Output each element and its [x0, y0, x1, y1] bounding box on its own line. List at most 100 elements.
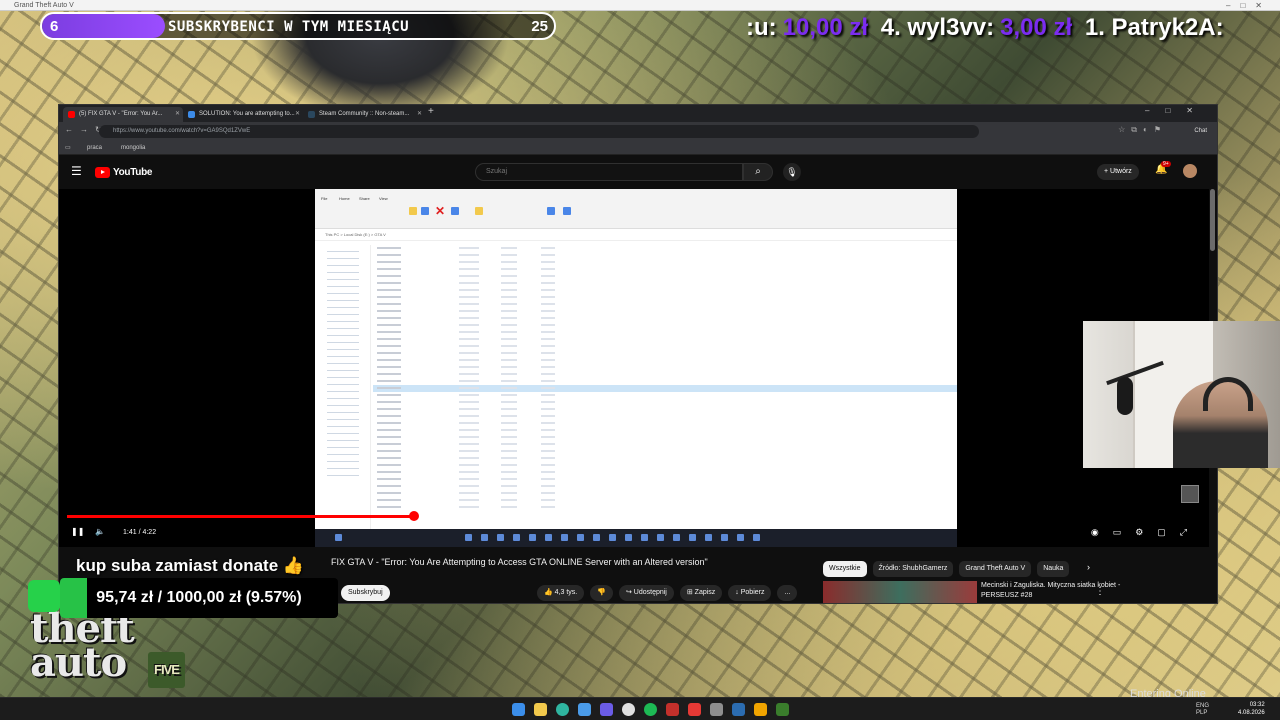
more-actions-button[interactable]: ... [777, 585, 798, 601]
subscriber-goal-label: SUBSKRYBENCI W TYM MIESIĄCU [168, 19, 410, 35]
browser-tab[interactable]: SOLUTION: You are attempting to... ✕ [183, 107, 303, 122]
app-icon[interactable] [754, 703, 767, 716]
page-favicon-icon [188, 111, 195, 118]
file-row [373, 399, 957, 406]
file-row [373, 357, 957, 364]
language-indicator[interactable]: ENG PLP [1196, 703, 1209, 717]
select-icon [563, 207, 571, 215]
folder-icon [409, 207, 417, 215]
donation-progress-bar: 95,74 zł / 1000,00 zł (9.57%) [60, 578, 338, 618]
edge-icon[interactable] [556, 703, 569, 716]
menu-icon[interactable]: ☰ [71, 164, 82, 178]
video-progress-bar[interactable] [67, 511, 957, 521]
more-vert-icon[interactable]: ⋮ [1095, 586, 1105, 597]
browser-window-controls[interactable]: –□✕ [1145, 106, 1209, 115]
pause-icon[interactable]: ❚❚ [71, 527, 84, 536]
steam-favicon-icon [308, 111, 315, 118]
steam-icon[interactable] [732, 703, 745, 716]
gta-taskbar-icon[interactable] [776, 703, 789, 716]
file-row [373, 266, 957, 273]
file-row [373, 301, 957, 308]
file-row [373, 252, 957, 259]
share-button[interactable]: ↪ Udostępnij [618, 585, 674, 601]
avatar[interactable] [1183, 164, 1197, 178]
clock[interactable]: 03:32 4.08.2026 [1238, 701, 1265, 717]
app-icon[interactable] [710, 703, 723, 716]
file-explorer-icon[interactable] [534, 703, 547, 716]
browser-tab[interactable]: (5) FIX GTA V - "Error: You Ar... ✕ [63, 107, 183, 122]
close-icon[interactable]: ✕ [417, 107, 422, 122]
search-button[interactable]: ⌕ [743, 163, 773, 181]
chevron-right-icon[interactable]: › [1087, 562, 1090, 572]
close-icon[interactable]: ✕ [295, 107, 300, 122]
file-row [373, 308, 957, 315]
discord-icon[interactable] [600, 703, 613, 716]
new-tab-button[interactable]: + [428, 106, 434, 117]
window-controls[interactable]: –□✕ [1226, 0, 1272, 11]
share-label: Udostępnij [633, 589, 667, 596]
file-row [373, 476, 957, 483]
ribbon-tab: File [321, 196, 328, 201]
app-icon[interactable] [578, 703, 591, 716]
file-row [373, 504, 957, 511]
shield-icon[interactable] [666, 703, 679, 716]
bookmark-folder[interactable]: praca [87, 143, 102, 153]
gta-logo: theft auto FIVE [30, 609, 210, 692]
url-field[interactable]: https://www.youtube.com/watch?v=GA9SQd1Z… [99, 125, 979, 138]
chip-science[interactable]: Nauka [1037, 561, 1070, 577]
chat-button[interactable]: Chat [1194, 125, 1207, 138]
recommended-video[interactable]: Mecinski i Zaguliska. Mityczna siatka ko… [823, 581, 1163, 603]
youtube-music-icon[interactable] [688, 703, 701, 716]
browser-tab[interactable]: Steam Community :: Non-steam... ✕ [303, 107, 425, 122]
page-scrollbar[interactable] [1210, 189, 1215, 251]
dislike-icon: 👎 [597, 589, 606, 596]
channel-watermark[interactable] [1181, 485, 1199, 503]
file-row [373, 322, 957, 329]
search-input[interactable]: Szukaj [475, 163, 743, 181]
file-row [373, 287, 957, 294]
video-actions: 👍 4,3 tys. 👎 ↪ Udostępnij ⊞ Zapisz ↓ Pob… [537, 585, 798, 601]
extension-icons[interactable]: ☆⧉◐⚑ [1118, 125, 1167, 135]
file-row [373, 413, 957, 420]
spotify-icon[interactable] [644, 703, 657, 716]
explorer-path: This PC > Local Disk (E:) > GTA V [315, 229, 957, 241]
start-icon[interactable] [512, 703, 525, 716]
download-button[interactable]: ↓ Pobierz [728, 585, 772, 601]
microphone-icon[interactable]: 🎙 [783, 163, 801, 181]
file-row [373, 448, 957, 455]
video-player[interactable]: File Home Share View ✕ This PC > Local D… [59, 189, 1209, 547]
create-button[interactable]: + Utwórz [1097, 164, 1139, 180]
subscriber-current: 6 [50, 18, 59, 35]
youtube-logo[interactable]: YouTube [95, 166, 153, 178]
video-frame[interactable]: File Home Share View ✕ This PC > Local D… [315, 189, 957, 547]
file-row [373, 315, 957, 322]
video-time: 1:41 / 4:22 [123, 529, 157, 536]
new-folder-icon [475, 207, 483, 215]
recommended-thumbnail[interactable] [823, 581, 977, 603]
donation-icon [28, 580, 60, 612]
video-title: FIX GTA V - "Error: You Are Attempting t… [331, 557, 708, 567]
ticker-name: 4. wyl3vv: [880, 14, 995, 41]
obs-icon[interactable] [622, 703, 635, 716]
video-progress-played [67, 515, 415, 518]
like-button[interactable]: 👍 4,3 tys. [537, 585, 585, 601]
chip-all[interactable]: Wszystkie [823, 561, 867, 577]
subscriber-goal-bar: 6 SUBSKRYBENCI W TYM MIESIĄCU 25 [40, 12, 556, 40]
ribbon-tab: View [379, 196, 388, 201]
file-row [373, 343, 957, 350]
volume-icon[interactable]: 🔈 [95, 527, 105, 536]
player-right-controls[interactable]: ◉▭⚙▢⤢ [1091, 527, 1201, 538]
chip-source[interactable]: Źródło: ShubhGamerz [872, 561, 954, 577]
file-row [373, 490, 957, 497]
dislike-button[interactable]: 👎 [590, 585, 613, 601]
notifications-bell-icon[interactable]: 🔔 9+ [1155, 161, 1171, 175]
file-row [373, 371, 957, 378]
apps-icon[interactable]: ▭ [65, 143, 71, 153]
bookmark-folder[interactable]: mongolia [121, 143, 145, 153]
file-row [373, 273, 957, 280]
logo-five-badge: FIVE [148, 652, 185, 688]
save-label: Zapisz [694, 589, 716, 596]
close-icon[interactable]: ✕ [175, 107, 180, 122]
chip-gta[interactable]: Grand Theft Auto V [959, 561, 1032, 577]
save-button[interactable]: ⊞ Zapisz [679, 585, 723, 601]
